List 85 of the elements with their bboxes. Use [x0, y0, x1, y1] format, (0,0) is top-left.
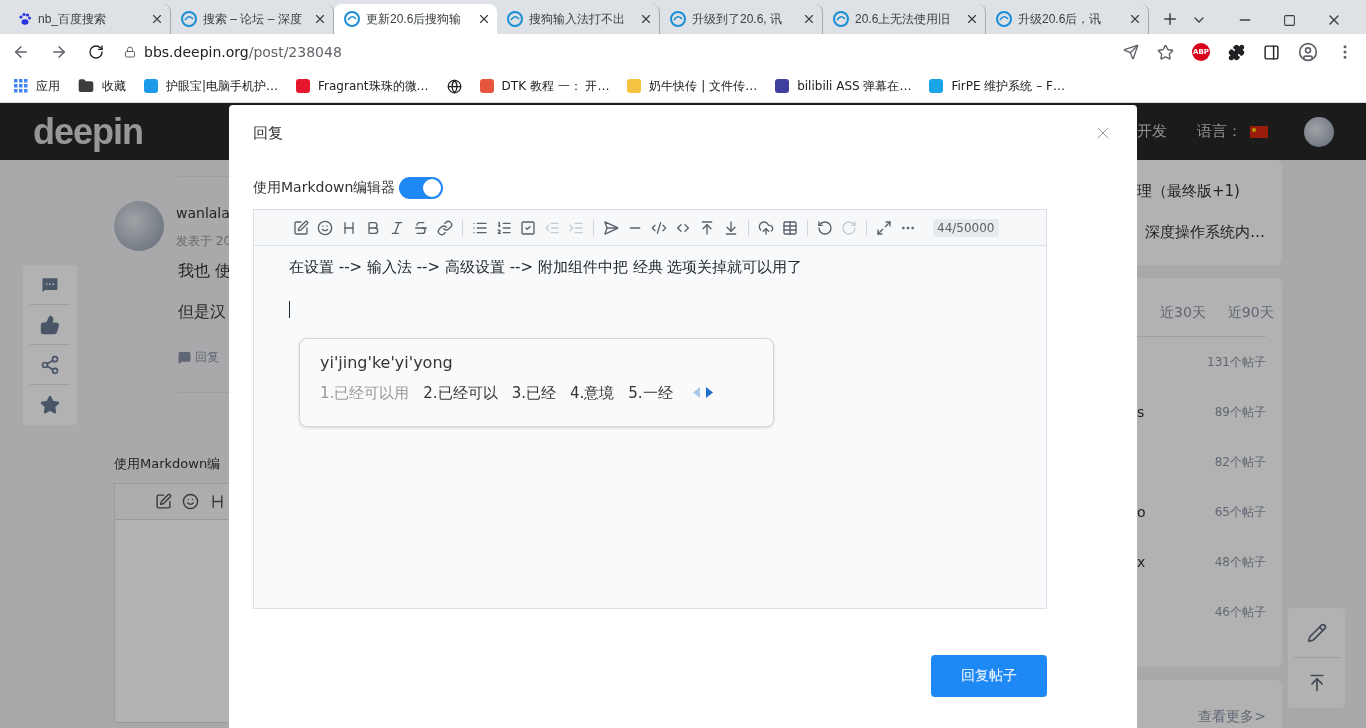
- swirl-icon: [996, 11, 1012, 27]
- editor-label: 使用Markdown编: [114, 455, 222, 473]
- nav-link[interactable]: 开发: [1137, 122, 1167, 141]
- upload-icon[interactable]: [757, 219, 775, 236]
- smiley-icon[interactable]: [316, 219, 334, 236]
- paw-icon: [18, 12, 32, 26]
- maximize-icon[interactable]: [1283, 13, 1296, 27]
- char-counter: 44/50000: [933, 218, 999, 237]
- topic-link[interactable]: 深度操作系统内…: [1137, 223, 1282, 242]
- profile-icon[interactable]: [1298, 42, 1318, 62]
- user-avatar[interactable]: [1304, 116, 1334, 147]
- user-avatar: [114, 201, 164, 251]
- globe-icon[interactable]: [446, 78, 462, 94]
- bookmark[interactable]: bilibili ASS 弹幕在…: [775, 77, 912, 95]
- numbered-list-icon[interactable]: [495, 219, 513, 236]
- ime-candidate[interactable]: 2.已经可以: [423, 384, 498, 403]
- undo-icon[interactable]: [816, 219, 834, 236]
- editor-field[interactable]: 在设置 --> 输入法 --> 高级设置 --> 附加组件中把 经典 选项关掉就可以用了 yi'jing'ke'yi'yong 1.已经可以用 2.已经可以 3.已经 4.意境 5.一经: [254, 246, 1046, 608]
- bookmark[interactable]: 奶牛快传 | 文件传…: [627, 77, 758, 95]
- swirl-icon: [670, 11, 686, 27]
- markdown-switch[interactable]: [399, 177, 444, 199]
- bookmark[interactable]: FirPE 维护系统 – F…: [929, 77, 1065, 95]
- bookmark[interactable]: 护眼宝|电脑手机护…: [144, 77, 279, 95]
- forward-icon[interactable]: [50, 43, 68, 61]
- send-icon[interactable]: [1123, 44, 1139, 60]
- pinyin-text: yi'jing'ke'yi'yong: [320, 353, 454, 372]
- post-count: 65个帖子: [1214, 503, 1266, 521]
- swirl-icon: [833, 11, 849, 27]
- swirl-icon: [181, 11, 197, 27]
- dialog-title: 回复: [253, 123, 283, 143]
- post-count: 48个帖子: [1214, 553, 1266, 571]
- close-icon[interactable]: [965, 12, 979, 26]
- comment-icon: [178, 351, 191, 364]
- flag-icon[interactable]: [1250, 125, 1268, 138]
- code-icon[interactable]: [650, 219, 668, 236]
- submit-button[interactable]: 回复帖子: [931, 655, 1047, 697]
- topic-link[interactable]: 理（最终版+1): [1137, 182, 1282, 201]
- close-icon[interactable]: [639, 12, 653, 26]
- post-text: 但是汉: [178, 302, 227, 323]
- toggle-label: 使用Markdown编辑器: [253, 179, 396, 197]
- user-name[interactable]: x: [1137, 554, 1146, 570]
- close-icon[interactable]: [313, 12, 327, 26]
- lock-icon: [124, 46, 136, 58]
- close-icon[interactable]: [477, 12, 491, 26]
- url-host[interactable]: bbs.deepin.org: [144, 44, 249, 60]
- new-tab-icon[interactable]: [1161, 10, 1179, 28]
- post-count: 89个帖子: [1214, 403, 1266, 421]
- edit-icon[interactable]: [292, 219, 310, 236]
- site-logo[interactable]: deepin: [0, 110, 229, 153]
- post-text: 我也 使: [178, 261, 229, 282]
- star-icon[interactable]: [1157, 43, 1174, 61]
- ime-candidate[interactable]: 3.已经: [511, 384, 556, 403]
- link-icon[interactable]: [436, 219, 454, 236]
- language-label[interactable]: 语言：: [1197, 122, 1242, 141]
- swirl-icon: [344, 11, 360, 27]
- checkbox-icon[interactable]: [519, 219, 537, 236]
- quote-icon[interactable]: [602, 219, 620, 236]
- browser-tab[interactable]: 更新20.6后搜狗输: [334, 4, 497, 34]
- post-count: 82个帖子: [1214, 453, 1266, 471]
- bookmark[interactable]: Fragrant珠珠的微…: [296, 77, 429, 95]
- edit-icon[interactable]: [155, 493, 172, 510]
- post-count: 46个帖子: [1214, 603, 1266, 621]
- close-icon[interactable]: [802, 12, 816, 26]
- ime-candidate[interactable]: 5.一经: [628, 384, 673, 403]
- extensions-icon[interactable]: [1228, 43, 1245, 61]
- close-icon[interactable]: [1128, 12, 1142, 26]
- user-name[interactable]: o: [1137, 504, 1146, 520]
- table-icon[interactable]: [781, 219, 799, 236]
- author-name[interactable]: wanlala: [176, 205, 232, 221]
- fullscreen-icon[interactable]: [875, 219, 893, 236]
- post-count: 131个帖子: [1207, 353, 1266, 371]
- bookmark[interactable]: 应用: [14, 77, 60, 95]
- next-page-icon[interactable]: [705, 386, 713, 401]
- ime-candidate[interactable]: 4.意境: [569, 384, 615, 403]
- user-name[interactable]: s: [1137, 404, 1145, 420]
- swirl-icon: [507, 11, 523, 27]
- close-icon[interactable]: [150, 12, 164, 26]
- strikethrough-icon[interactable]: [412, 219, 430, 236]
- bookmark[interactable]: 收藏: [78, 77, 126, 95]
- reload-icon[interactable]: [88, 44, 104, 60]
- back-icon[interactable]: [12, 43, 30, 61]
- url-path[interactable]: /post/238048: [248, 44, 342, 60]
- bookmark[interactable]: DTK 教程 一： 开…: [479, 77, 610, 95]
- smiley-icon[interactable]: [182, 493, 199, 510]
- side-panel-icon[interactable]: [1263, 43, 1280, 61]
